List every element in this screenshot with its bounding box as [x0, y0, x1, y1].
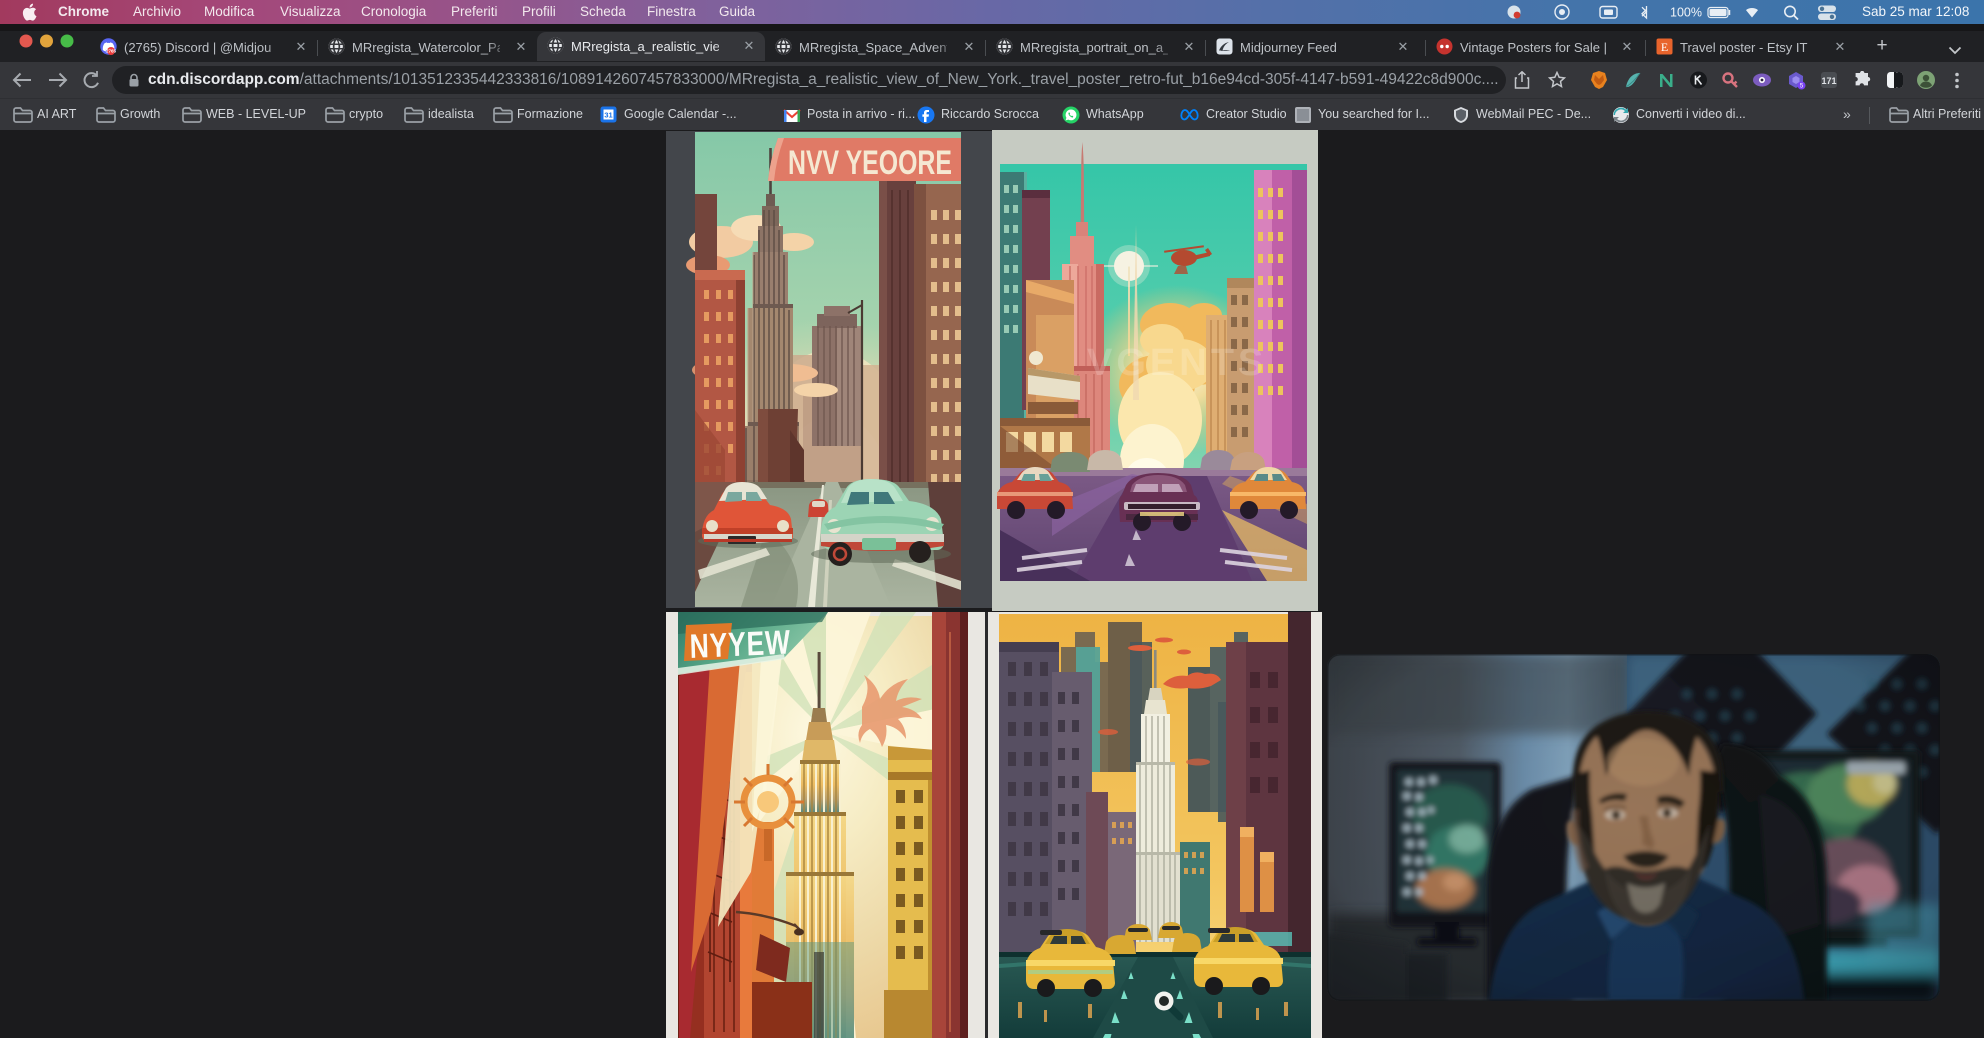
- svg-text:100%: 100%: [1670, 6, 1702, 20]
- svg-text:VGENTS: VGENTS: [1087, 342, 1267, 384]
- svg-text:171: 171: [1821, 76, 1836, 86]
- svg-text:NYYEW: NYYEW: [689, 623, 791, 665]
- svg-text:E: E: [1661, 40, 1668, 54]
- svg-text:31: 31: [604, 111, 612, 120]
- svg-text:2765: 2765: [106, 49, 117, 54]
- svg-text:NVV YEOORE: NVV YEOORE: [788, 144, 952, 182]
